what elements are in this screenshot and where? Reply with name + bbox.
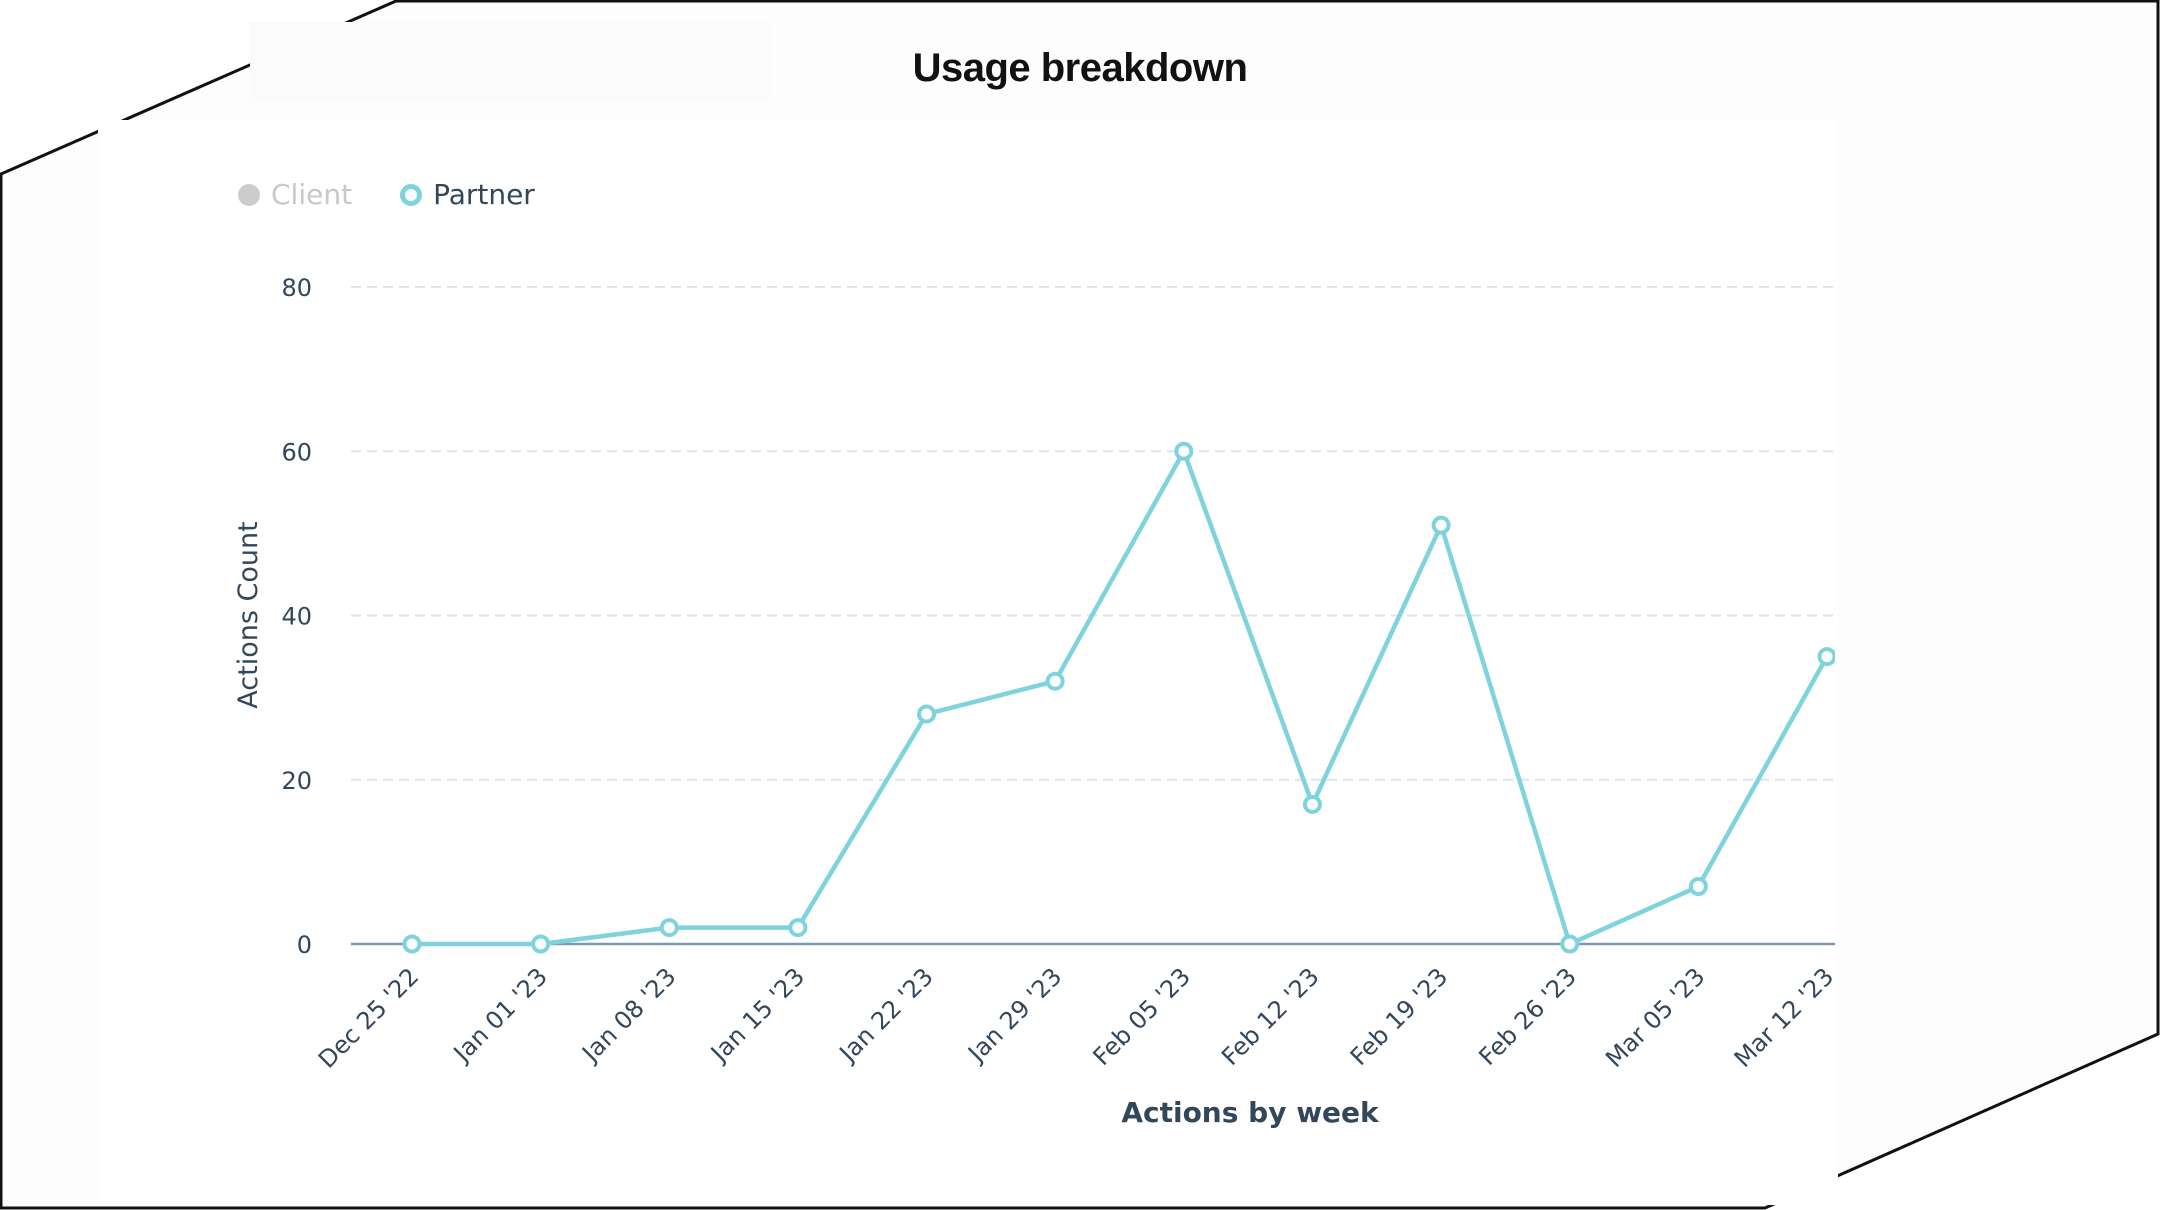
y-tick-label: 80 bbox=[281, 274, 312, 302]
data-point bbox=[1174, 441, 1194, 461]
y-axis-ticks: 0 20 40 60 80 bbox=[281, 274, 312, 959]
data-point bbox=[531, 934, 551, 954]
x-tick-label: Mar 12 '23 bbox=[1729, 962, 1839, 1072]
y-tick-label: 20 bbox=[281, 767, 312, 795]
data-point bbox=[1817, 647, 1835, 667]
series-partner bbox=[402, 441, 1835, 954]
data-point bbox=[917, 704, 937, 724]
data-point bbox=[1302, 794, 1322, 814]
series-line-partner bbox=[412, 449, 1829, 947]
x-tick-label: Dec 25 '22 bbox=[313, 962, 424, 1073]
x-tick-label: Feb 12 '23 bbox=[1216, 962, 1324, 1070]
data-point bbox=[1560, 934, 1580, 954]
x-tick-label: Feb 19 '23 bbox=[1345, 962, 1453, 1070]
x-tick-label: Jan 01 '23 bbox=[447, 962, 553, 1068]
data-point bbox=[659, 918, 679, 938]
data-point bbox=[1045, 671, 1065, 691]
y-axis-title: Actions Count bbox=[233, 521, 264, 708]
data-point bbox=[1688, 877, 1708, 897]
data-point bbox=[402, 934, 422, 954]
data-point bbox=[1431, 515, 1451, 535]
x-tick-label: Jan 29 '23 bbox=[961, 962, 1067, 1068]
x-tick-label: Jan 08 '23 bbox=[575, 962, 681, 1068]
x-axis-ticks: Dec 25 '22 Jan 01 '23 Jan 08 '23 Jan 15 '23… bbox=[313, 962, 1839, 1073]
x-axis-title: Actions by week bbox=[1121, 1096, 1380, 1129]
x-tick-label: Jan 15 '23 bbox=[704, 962, 810, 1068]
y-tick-label: 0 bbox=[297, 931, 312, 959]
data-point bbox=[788, 918, 808, 938]
x-tick-label: Jan 22 '23 bbox=[833, 962, 939, 1068]
x-tick-label: Feb 05 '23 bbox=[1088, 962, 1196, 1070]
y-tick-label: 60 bbox=[281, 438, 312, 466]
x-tick-label: Mar 05 '23 bbox=[1600, 962, 1710, 1072]
line-chart: 0 20 40 60 80 Dec 25 '22 Jan 01 '23 Jan 08 '23… bbox=[233, 274, 1839, 1129]
y-tick-label: 40 bbox=[281, 603, 312, 631]
x-tick-label: Feb 26 '23 bbox=[1473, 962, 1581, 1070]
